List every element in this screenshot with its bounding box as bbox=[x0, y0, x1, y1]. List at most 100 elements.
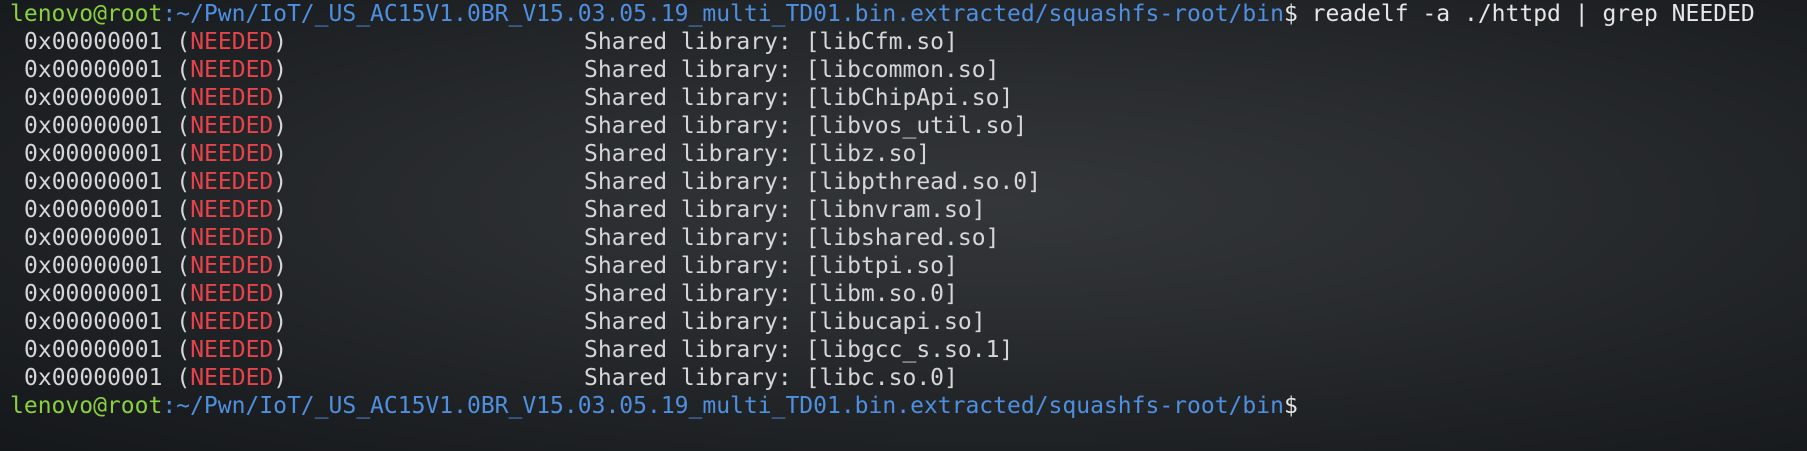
library-name: [libm.so.0] bbox=[805, 281, 958, 307]
tag-address: 0x00000001 bbox=[24, 281, 163, 307]
needed-keyword: NEEDED bbox=[190, 57, 274, 83]
shared-library-label: Shared library: bbox=[584, 57, 806, 83]
command-prompt-line: lenovo@root:~/Pwn/IoT/_US_AC15V1.0BR_V15… bbox=[0, 0, 1807, 28]
open-paren: ( bbox=[162, 169, 191, 195]
prompt-user-host: lenovo@root bbox=[10, 1, 163, 27]
open-paren: ( bbox=[162, 281, 191, 307]
terminal-screen[interactable]: lenovo@root:~/Pwn/IoT/_US_AC15V1.0BR_V15… bbox=[0, 0, 1807, 420]
output-row: 0x00000001 (NEEDED) Shared library: [libC… bbox=[0, 84, 1807, 112]
output-row: 0x00000001 (NEEDED) Shared library: [libt… bbox=[0, 252, 1807, 280]
close-paren: ) bbox=[273, 309, 288, 335]
shared-library-label: Shared library: bbox=[584, 169, 806, 195]
readelf-output: 0x00000001 (NEEDED) Shared library: [libC… bbox=[0, 28, 1807, 392]
shared-library-label: Shared library: bbox=[584, 309, 806, 335]
library-name: [libChipApi.so] bbox=[805, 85, 1014, 111]
tag-address: 0x00000001 bbox=[24, 253, 163, 279]
shared-library-label: Shared library: bbox=[584, 225, 806, 251]
close-paren: ) bbox=[273, 85, 288, 111]
shared-library-entry: Shared library: [libm.so.0] bbox=[584, 280, 958, 308]
command-text: readelf -a ./httpd | grep NEEDED bbox=[1297, 1, 1755, 27]
dynamic-tag: 0x00000001 (NEEDED) bbox=[24, 112, 287, 140]
close-paren: ) bbox=[273, 29, 288, 55]
needed-keyword: NEEDED bbox=[190, 309, 274, 335]
dynamic-tag: 0x00000001 (NEEDED) bbox=[24, 196, 287, 224]
open-paren: ( bbox=[162, 197, 191, 223]
shared-library-entry: Shared library: [libucapi.so] bbox=[584, 308, 986, 336]
library-name: [libshared.so] bbox=[805, 225, 1000, 251]
dynamic-tag: 0x00000001 (NEEDED) bbox=[24, 252, 287, 280]
tag-address: 0x00000001 bbox=[24, 197, 163, 223]
prompt-path: :~/Pwn/IoT/_US_AC15V1.0BR_V15.03.05.19_m… bbox=[162, 393, 1284, 419]
needed-keyword: NEEDED bbox=[190, 141, 274, 167]
dynamic-tag: 0x00000001 (NEEDED) bbox=[24, 308, 287, 336]
library-name: [libc.so.0] bbox=[805, 365, 958, 391]
shared-library-entry: Shared library: [libCfm.so] bbox=[584, 28, 958, 56]
shared-library-label: Shared library: bbox=[584, 281, 806, 307]
output-row: 0x00000001 (NEEDED) Shared library: [libC… bbox=[0, 28, 1807, 56]
dynamic-tag: 0x00000001 (NEEDED) bbox=[24, 140, 287, 168]
close-paren: ) bbox=[273, 169, 288, 195]
close-paren: ) bbox=[273, 337, 288, 363]
shared-library-label: Shared library: bbox=[584, 337, 806, 363]
tag-address: 0x00000001 bbox=[24, 337, 163, 363]
shared-library-label: Shared library: bbox=[584, 85, 806, 111]
needed-keyword: NEEDED bbox=[190, 365, 274, 391]
shared-library-entry: Shared library: [libtpi.so] bbox=[584, 252, 958, 280]
open-paren: ( bbox=[162, 309, 191, 335]
dynamic-tag: 0x00000001 (NEEDED) bbox=[24, 280, 287, 308]
close-paren: ) bbox=[273, 281, 288, 307]
output-row: 0x00000001 (NEEDED) Shared library: [libz… bbox=[0, 140, 1807, 168]
needed-keyword: NEEDED bbox=[190, 29, 274, 55]
shared-library-entry: Shared library: [libgcc_s.so.1] bbox=[584, 336, 1013, 364]
open-paren: ( bbox=[162, 365, 191, 391]
library-name: [libucapi.so] bbox=[805, 309, 986, 335]
needed-keyword: NEEDED bbox=[190, 113, 274, 139]
close-paren: ) bbox=[273, 225, 288, 251]
tag-address: 0x00000001 bbox=[24, 85, 163, 111]
open-paren: ( bbox=[162, 29, 191, 55]
library-name: [libcommon.so] bbox=[805, 57, 1000, 83]
shared-library-entry: Shared library: [libvos_util.so] bbox=[584, 112, 1027, 140]
shared-library-entry: Shared library: [libpthread.so.0] bbox=[584, 168, 1041, 196]
shared-library-entry: Shared library: [libChipApi.so] bbox=[584, 84, 1013, 112]
output-row: 0x00000001 (NEEDED) Shared library: [libn… bbox=[0, 196, 1807, 224]
close-paren: ) bbox=[273, 197, 288, 223]
tag-address: 0x00000001 bbox=[24, 57, 163, 83]
library-name: [libpthread.so.0] bbox=[805, 169, 1041, 195]
needed-keyword: NEEDED bbox=[190, 225, 274, 251]
prompt-dollar: $ bbox=[1283, 1, 1298, 27]
dynamic-tag: 0x00000001 (NEEDED) bbox=[24, 56, 287, 84]
output-row: 0x00000001 (NEEDED) Shared library: [libm… bbox=[0, 280, 1807, 308]
open-paren: ( bbox=[162, 337, 191, 363]
dynamic-tag: 0x00000001 (NEEDED) bbox=[24, 364, 287, 392]
close-paren: ) bbox=[273, 253, 288, 279]
library-name: [libgcc_s.so.1] bbox=[805, 337, 1014, 363]
library-name: [libtpi.so] bbox=[805, 253, 958, 279]
shared-library-entry: Shared library: [libnvram.so] bbox=[584, 196, 986, 224]
needed-keyword: NEEDED bbox=[190, 281, 274, 307]
close-paren: ) bbox=[273, 57, 288, 83]
dynamic-tag: 0x00000001 (NEEDED) bbox=[24, 336, 287, 364]
shared-library-label: Shared library: bbox=[584, 29, 806, 55]
needed-keyword: NEEDED bbox=[190, 253, 274, 279]
tag-address: 0x00000001 bbox=[24, 225, 163, 251]
prompt-dollar: $ bbox=[1283, 393, 1298, 419]
tag-address: 0x00000001 bbox=[24, 113, 163, 139]
shared-library-label: Shared library: bbox=[584, 141, 806, 167]
shared-library-label: Shared library: bbox=[584, 253, 806, 279]
dynamic-tag: 0x00000001 (NEEDED) bbox=[24, 84, 287, 112]
open-paren: ( bbox=[162, 113, 191, 139]
shared-library-entry: Shared library: [libshared.so] bbox=[584, 224, 999, 252]
prompt-user-host: lenovo@root bbox=[10, 393, 163, 419]
shared-library-entry: Shared library: [libc.so.0] bbox=[584, 364, 958, 392]
open-paren: ( bbox=[162, 57, 191, 83]
command-prompt-line-2[interactable]: lenovo@root:~/Pwn/IoT/_US_AC15V1.0BR_V15… bbox=[0, 392, 1807, 420]
close-paren: ) bbox=[273, 141, 288, 167]
dynamic-tag: 0x00000001 (NEEDED) bbox=[24, 224, 287, 252]
library-name: [libCfm.so] bbox=[805, 29, 958, 55]
close-paren: ) bbox=[273, 113, 288, 139]
output-row: 0x00000001 (NEEDED) Shared library: [libv… bbox=[0, 112, 1807, 140]
shared-library-label: Shared library: bbox=[584, 365, 806, 391]
close-paren: ) bbox=[273, 365, 288, 391]
shared-library-label: Shared library: bbox=[584, 113, 806, 139]
